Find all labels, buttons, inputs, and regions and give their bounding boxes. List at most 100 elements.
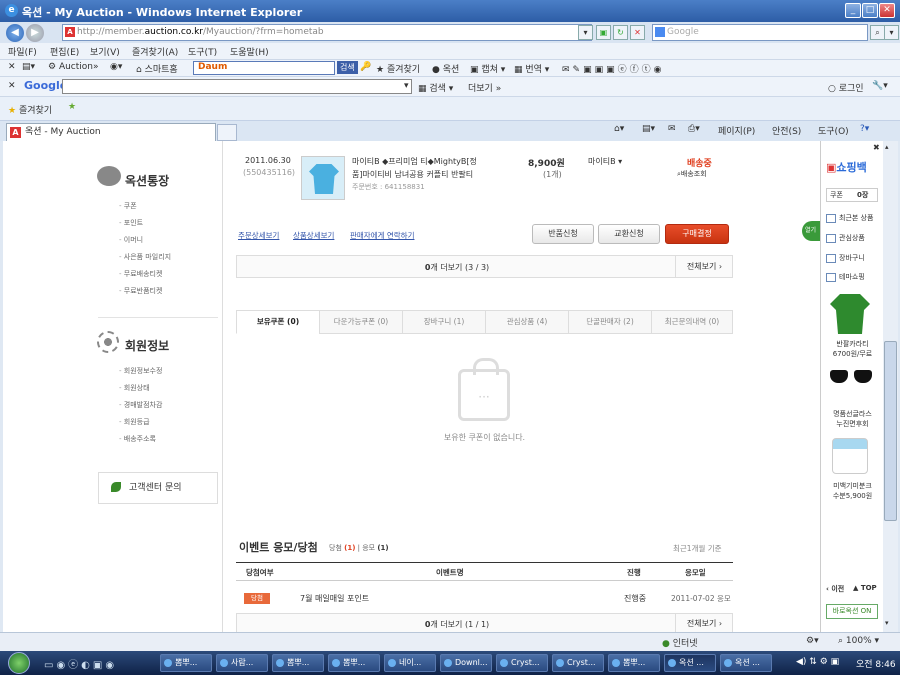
menu-favorites[interactable]: 즐겨찾기(A) bbox=[132, 45, 178, 58]
exchange-request-button[interactable]: 교환신청 bbox=[598, 224, 660, 244]
panel-item-cart[interactable]: 장바구니 bbox=[826, 253, 865, 263]
order-more-bar[interactable]: 0개 더보기 (3 / 3) 전체보기 › bbox=[236, 255, 733, 278]
menu-view[interactable]: 보기(V) bbox=[90, 45, 120, 58]
stop-icon[interactable]: ✕ bbox=[630, 25, 645, 40]
toolbar-auction[interactable]: ⚙ Auction» bbox=[48, 62, 99, 72]
taskbar-item-8[interactable]: Cryst... bbox=[552, 654, 604, 672]
order-detail-link[interactable]: 주문상세보기 bbox=[238, 230, 279, 241]
close-google-toolbar-icon[interactable]: ✕ bbox=[8, 81, 16, 91]
toolbar-auction2[interactable]: ● 옥션 bbox=[432, 62, 459, 75]
page-scrollbar[interactable]: ▴ ▾ bbox=[883, 141, 898, 632]
taskbar-item-1[interactable]: 뽐뿌... bbox=[160, 654, 212, 672]
close-toolbar-icon[interactable]: ✕ bbox=[8, 62, 16, 72]
cmd-page[interactable]: 페이지(P) bbox=[718, 124, 755, 137]
customer-service-button[interactable]: 고객센터 문의 bbox=[98, 472, 218, 504]
google-login[interactable]: ○ 로그인 bbox=[828, 81, 864, 94]
sidebar-item-free-return[interactable]: 무료반품티켓 bbox=[119, 286, 163, 296]
protected-mode-icon[interactable]: ⚙▾ bbox=[806, 636, 819, 646]
menu-edit[interactable]: 편집(E) bbox=[50, 45, 79, 58]
clock[interactable]: 오전 8:46 bbox=[856, 657, 896, 670]
toolbar-smarthome[interactable]: ⌂ 스마트홈 bbox=[136, 62, 178, 75]
sidebar-item-deduction[interactable]: 경매발점차감 bbox=[119, 400, 163, 410]
sidebar-item-edit-info[interactable]: 회원정보수정 bbox=[119, 366, 163, 376]
cmd-safety[interactable]: 안전(S) bbox=[772, 124, 801, 137]
auction-on-button[interactable]: 바로옥션 ON bbox=[826, 604, 878, 619]
maximize-button[interactable]: □ bbox=[862, 3, 878, 18]
panel-product1[interactable]: 반팔카라티 6700원/무료 bbox=[823, 339, 882, 359]
toolbar-misc-icons[interactable]: ✉✎▣▣▣ⓔⓕⓣ◉ bbox=[562, 62, 664, 75]
home-icon[interactable]: ⌂▾ bbox=[614, 124, 624, 134]
minimize-button[interactable]: _ bbox=[845, 3, 861, 18]
search-input[interactable]: Google bbox=[652, 24, 868, 41]
start-button[interactable] bbox=[8, 652, 30, 674]
sidebar-item-free-shipping[interactable]: 무료배송티켓 bbox=[119, 269, 163, 279]
panel-item-wishlist[interactable]: 관심상품 bbox=[826, 233, 865, 243]
daum-search-box[interactable]: Daum bbox=[193, 61, 335, 75]
product-name-line2[interactable]: 품]마이티비 남녀공용 커플티 반팔티 bbox=[352, 169, 473, 180]
order-view-all-button[interactable]: 전체보기 › bbox=[675, 256, 733, 277]
google-more-button[interactable]: 더보기 » bbox=[468, 81, 501, 94]
google-toolbar-input[interactable] bbox=[62, 79, 412, 94]
panel-product2[interactable]: 명품선글라스 누진면후회 bbox=[823, 409, 882, 429]
zoom-control[interactable]: ⌕ 100% ▾ bbox=[838, 636, 879, 646]
tab-owned-coupons[interactable]: 보유쿠폰 (0) bbox=[236, 310, 320, 334]
event-name[interactable]: 7월 매일매일 포인트 bbox=[300, 593, 369, 604]
tab-favorite-sellers[interactable]: 단골판매자 (2) bbox=[568, 310, 652, 334]
taskbar-item-3[interactable]: 뽐뿌... bbox=[272, 654, 324, 672]
tab-my-auction[interactable]: A 옥션 - My Auction bbox=[6, 123, 216, 141]
panel-product3[interactable]: 미백기미분크 수분5,900원 bbox=[823, 481, 882, 501]
daum-search-button[interactable]: 검색 bbox=[337, 61, 358, 74]
google-dropdown-icon[interactable]: ▾ bbox=[404, 81, 409, 91]
product-name-line1[interactable]: 마이티B ◆프리미엄 티◆MightyB[정 bbox=[352, 156, 477, 167]
tray-icons[interactable]: ◀) ⇅ ⚙ ▣ bbox=[796, 657, 839, 667]
panel-item-recent[interactable]: 최근본 상품 bbox=[826, 213, 873, 223]
toolbar-favorites[interactable]: ★ 즐겨찾기 bbox=[376, 62, 420, 75]
mail-icon[interactable]: ✉ bbox=[668, 124, 676, 134]
search-icon[interactable]: ⌕ bbox=[870, 25, 885, 40]
product-detail-link[interactable]: 상품상세보기 bbox=[293, 230, 334, 241]
panel-coupon-box[interactable]: 쿠폰 0장 bbox=[826, 188, 878, 202]
taskbar-item-4[interactable]: 뽐뿌... bbox=[328, 654, 380, 672]
events-more-bar[interactable]: 0개 더보기 (1 / 1) 전체보기 › bbox=[236, 613, 733, 632]
address-bar[interactable]: A http://member.auction.co.kr/Myauction/… bbox=[62, 24, 592, 41]
product-cream-image[interactable] bbox=[832, 438, 868, 474]
address-dropdown-icon[interactable]: ▾ bbox=[578, 25, 593, 40]
sidebar-item-mileage[interactable]: 사은품 마일리지 bbox=[119, 252, 171, 262]
product-sunglasses-image[interactable] bbox=[830, 370, 872, 384]
tab-recent-inquiries[interactable]: 최근문의내역 (0) bbox=[651, 310, 733, 334]
tracking-link[interactable]: ⌕배송조회 bbox=[677, 169, 707, 179]
taskbar-item-6[interactable]: Downl... bbox=[440, 654, 492, 672]
feeds-icon[interactable]: ▤▾ bbox=[642, 124, 655, 134]
return-request-button[interactable]: 반품신청 bbox=[532, 224, 594, 244]
toolbar-menu-icon[interactable]: ▤▾ bbox=[22, 62, 35, 72]
compat-view-icon[interactable]: ▣ bbox=[596, 25, 611, 40]
cmd-tools[interactable]: 도구(O) bbox=[818, 124, 849, 137]
menu-help[interactable]: 도움말(H) bbox=[230, 45, 269, 58]
print-icon[interactable]: ⎙▾ bbox=[688, 124, 700, 134]
new-tab-button[interactable] bbox=[217, 124, 237, 141]
quick-launch-icons[interactable]: ▭◉ⓔ◐▣◉ bbox=[44, 656, 117, 671]
panel-prev-button[interactable]: ‹ 이전 bbox=[826, 584, 844, 594]
help-icon[interactable]: ?▾ bbox=[860, 124, 869, 134]
scroll-down-icon[interactable]: ▾ bbox=[885, 619, 889, 627]
sidebar-item-address-book[interactable]: 배송주소록 bbox=[119, 434, 156, 444]
back-button[interactable]: ◀ bbox=[6, 24, 24, 42]
panel-item-theme[interactable]: 테마쇼핑 bbox=[826, 272, 865, 282]
panel-close-icon[interactable]: ✖ bbox=[873, 143, 880, 152]
taskbar-item-9[interactable]: 뽐뿌... bbox=[608, 654, 660, 672]
toolbar-translate[interactable]: ▦ 번역 ▾ bbox=[514, 62, 549, 75]
toolbar-capture[interactable]: ▣ 캡쳐 ▾ bbox=[470, 62, 505, 75]
product-polo-image[interactable] bbox=[830, 294, 870, 334]
tab-wishlist[interactable]: 관심상품 (4) bbox=[485, 310, 569, 334]
sidebar-item-status[interactable]: 회원상태 bbox=[119, 383, 150, 393]
toolbar-globe-icon[interactable]: ◉▾ bbox=[110, 62, 122, 72]
tab-downloadable-coupons[interactable]: 다운가능쿠폰 (0) bbox=[319, 310, 403, 334]
refresh-icon[interactable]: ↻ bbox=[613, 25, 628, 40]
key-icon[interactable]: 🔑 bbox=[360, 62, 371, 72]
sidebar-item-grade[interactable]: 회원등급 bbox=[119, 417, 150, 427]
purchase-confirm-button[interactable]: 구매결정 bbox=[665, 224, 729, 244]
tab-cart[interactable]: 장바구니 (1) bbox=[402, 310, 486, 334]
events-view-all-button[interactable]: 전체보기 › bbox=[675, 614, 733, 632]
scroll-up-icon[interactable]: ▴ bbox=[885, 143, 889, 151]
google-search-button[interactable]: ▦ 검색 ▾ bbox=[418, 81, 453, 94]
